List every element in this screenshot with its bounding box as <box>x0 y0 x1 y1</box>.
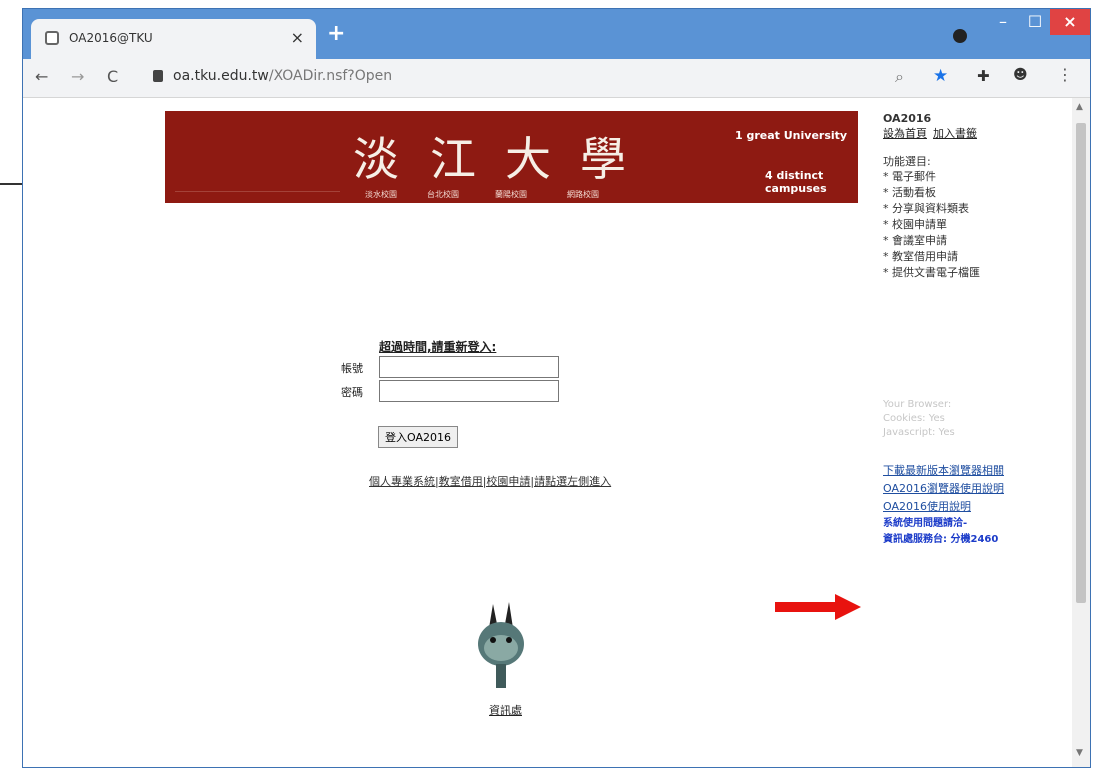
profile-icon[interactable]: ☻ <box>1013 67 1028 83</box>
banner-char-1: 淡 <box>353 132 399 186</box>
sidebar-item-campus-form[interactable]: * 校園申請單 <box>883 217 1063 233</box>
download-browser-link[interactable]: 下載最新版本瀏覽器相關 <box>883 462 1004 480</box>
sidebar-item-events[interactable]: * 活動看板 <box>883 185 1063 201</box>
page-content: 淡 江 大 學 淡水校園 台北校園 蘭陽校園 網路校園 1 great Univ… <box>23 98 1072 767</box>
browser-window: OA2016@TKU × + – ☐ × ← → C oa.tku.edu.tw… <box>22 8 1091 768</box>
tku-banner: 淡 江 大 學 淡水校園 台北校園 蘭陽校園 網路校園 1 great Univ… <box>165 111 858 203</box>
login-links[interactable]: 個人專業系統|教室借用|校園申請|請點選左側進入 <box>369 473 611 489</box>
campus-tamsui: 淡水校園 <box>365 190 397 199</box>
sidebar-item-email[interactable]: * 電子郵件 <box>883 169 1063 185</box>
back-arrow-icon[interactable]: ← <box>35 67 48 86</box>
browser-info-cookies: Cookies: Yes <box>883 413 945 424</box>
maximize-button[interactable]: ☐ <box>1020 9 1050 35</box>
banner-char-2: 江 <box>430 132 476 186</box>
campus-cyber: 網路校園 <box>567 190 599 199</box>
account-label: 帳號 <box>341 362 363 375</box>
banner-char-4: 學 <box>580 132 626 186</box>
login-title: 超過時間,請重新登入: <box>379 340 497 354</box>
menu-kebab-icon[interactable]: ⋮ <box>1057 65 1073 84</box>
close-window-button[interactable]: × <box>1050 9 1090 35</box>
new-tab-button[interactable]: + <box>327 21 345 46</box>
url-domain: oa.tku.edu.tw <box>173 68 269 84</box>
system-name: OA2016 <box>883 112 932 125</box>
minimize-button[interactable]: – <box>988 9 1018 35</box>
right-sidebar: OA2016 設為首頁 加入書籤 功能選目: * 電子郵件 * 活動看板 * 分享… <box>883 112 1063 281</box>
function-section-title: 功能選目: <box>883 155 931 168</box>
sidebar-item-documents[interactable]: * 提供文書電子檔匯 <box>883 265 1063 281</box>
account-icon[interactable] <box>953 29 967 43</box>
tab-title: OA2016@TKU <box>69 31 153 45</box>
left-edge-mark <box>0 183 22 185</box>
password-label: 密碼 <box>341 386 363 399</box>
reload-icon[interactable]: C <box>107 67 118 86</box>
scroll-down-arrow-icon[interactable]: ▼ <box>1076 748 1083 758</box>
scroll-up-arrow-icon[interactable]: ▲ <box>1076 102 1083 112</box>
zoom-icon[interactable]: ⌕ <box>895 67 904 87</box>
usage-guide-link[interactable]: OA2016使用說明 <box>883 498 1004 516</box>
sidebar-item-classroom[interactable]: * 教室借用申請 <box>883 249 1063 265</box>
address-toolbar: ← → C oa.tku.edu.tw/XOADir.nsf?Open ⌕ ★ … <box>23 59 1090 98</box>
address-bar[interactable]: oa.tku.edu.tw/XOADir.nsf?Open <box>173 68 392 84</box>
banner-tagline-bottom: 4 distinct campuses <box>765 169 827 195</box>
forward-arrow-icon[interactable]: → <box>71 67 84 86</box>
mascot-icon[interactable] <box>475 598 527 694</box>
campus-lanyang: 蘭陽校園 <box>495 190 527 199</box>
support-contact-2: 資訊處服務台: 分機2460 <box>883 534 999 545</box>
campus-skyline-image <box>175 131 340 192</box>
add-favorite-link[interactable]: 加入書籤 <box>933 127 977 140</box>
lock-icon[interactable] <box>153 70 163 82</box>
extensions-puzzle-icon[interactable]: ✚ <box>977 67 990 85</box>
vertical-scrollbar[interactable]: ▲ ▼ <box>1072 98 1090 767</box>
login-button[interactable]: 登入OA2016 <box>378 426 458 448</box>
banner-tagline-top: 1 great University <box>735 129 848 142</box>
browser-tab[interactable]: OA2016@TKU × <box>31 19 316 59</box>
banner-char-3: 大 <box>505 132 551 186</box>
browser-info-javascript: Javascript: Yes <box>883 427 955 438</box>
page-favicon-icon <box>45 31 59 45</box>
tab-close-icon[interactable]: × <box>291 28 304 47</box>
mascot-label[interactable]: 資訊處 <box>489 702 522 718</box>
url-path: /XOADir.nsf?Open <box>268 68 393 84</box>
help-links: 下載最新版本瀏覽器相關 OA2016瀏覽器使用說明 OA2016使用說明 系統使… <box>883 462 1004 548</box>
campus-taipei: 台北校園 <box>427 190 459 199</box>
browser-info-browser: Your Browser: <box>883 399 952 410</box>
set-homepage-link[interactable]: 設為首頁 <box>883 127 927 140</box>
browser-guide-link[interactable]: OA2016瀏覽器使用說明 <box>883 480 1004 498</box>
account-input[interactable] <box>379 356 559 378</box>
password-input[interactable] <box>379 380 559 402</box>
bookmark-star-icon[interactable]: ★ <box>933 66 948 86</box>
sidebar-item-sharing[interactable]: * 分享與資料類表 <box>883 201 1063 217</box>
sidebar-item-meeting-room[interactable]: * 會議室申請 <box>883 233 1063 249</box>
support-contact-1: 系統使用問題請洽- <box>883 518 968 529</box>
tab-bar: OA2016@TKU × + – ☐ × <box>23 9 1090 59</box>
red-arrow-icon <box>775 594 861 620</box>
scroll-thumb[interactable] <box>1076 123 1086 603</box>
browser-info: Your Browser: Cookies: Yes Javascript: Y… <box>883 398 955 440</box>
